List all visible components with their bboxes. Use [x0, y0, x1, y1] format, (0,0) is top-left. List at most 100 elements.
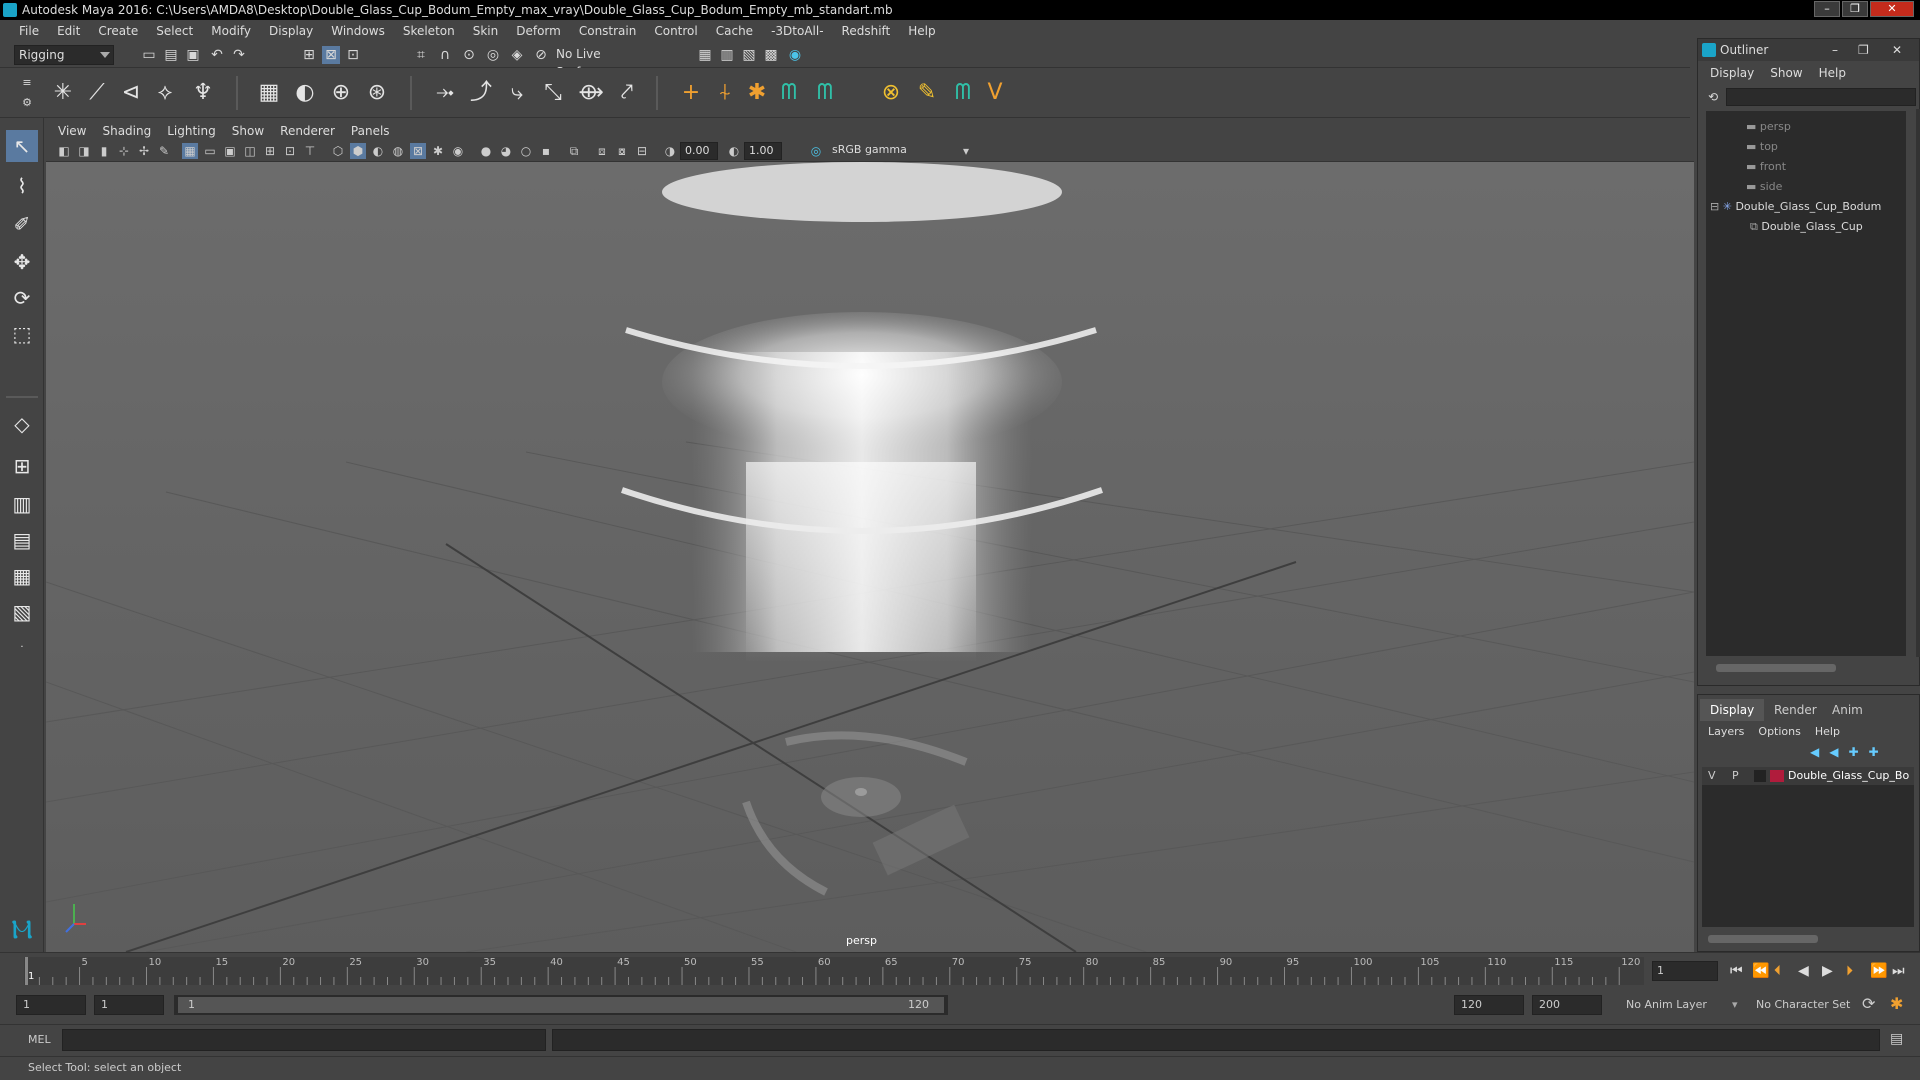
- gamma-icon[interactable]: ◐: [726, 143, 742, 159]
- mel-command-input[interactable]: [62, 1029, 546, 1051]
- outliner-item[interactable]: ⊟ ✳ Double_Glass_Cup_Bodum: [1710, 197, 1881, 217]
- all-lights-icon[interactable]: ⊠: [410, 143, 426, 159]
- menu-help[interactable]: Help: [899, 24, 944, 38]
- undo-icon[interactable]: ↶: [208, 46, 226, 64]
- render-settings-icon[interactable]: ▧: [740, 46, 758, 64]
- maximize-icon[interactable]: ❐: [1858, 39, 1869, 61]
- wrap-deformer-icon[interactable]: ⊕: [326, 78, 356, 108]
- xray-icon[interactable]: ⧉: [566, 143, 582, 159]
- move-down-icon[interactable]: ◀: [1829, 745, 1838, 759]
- redo-icon[interactable]: ↷: [230, 46, 248, 64]
- rotate-tool-icon[interactable]: ⟳: [6, 282, 38, 314]
- multisample-icon[interactable]: ◕: [498, 143, 514, 159]
- mirror-joint-icon[interactable]: ♆: [188, 78, 218, 108]
- scale-tool-icon[interactable]: ⬚: [6, 318, 38, 350]
- viewport-menu-show[interactable]: Show: [224, 124, 272, 138]
- animation-end-field[interactable]: 200: [1532, 995, 1602, 1015]
- viewport-menu-shading[interactable]: Shading: [94, 124, 159, 138]
- outliner-menu-help[interactable]: Help: [1819, 63, 1846, 83]
- select-object-icon[interactable]: ⊠: [322, 46, 340, 64]
- menu-redshift[interactable]: Redshift: [833, 24, 900, 38]
- menu-3dtoall[interactable]: -3DtoAll-: [762, 24, 832, 38]
- layer-menu-options[interactable]: Options: [1758, 725, 1800, 738]
- open-scene-icon[interactable]: ▤: [162, 46, 180, 64]
- lattice-icon[interactable]: ▦: [254, 78, 284, 108]
- scale-constraint-icon[interactable]: ⤡: [538, 78, 568, 108]
- step-forward-icon[interactable]: ⏩: [1870, 963, 1887, 979]
- play-backward-icon[interactable]: ◀: [1798, 963, 1809, 979]
- bookmark-icon[interactable]: ▮: [96, 143, 112, 159]
- bind-skin-icon[interactable]: ⍭: [710, 78, 740, 108]
- tab-display[interactable]: Display: [1700, 699, 1765, 721]
- range-slider-handle[interactable]: 1 120: [178, 997, 944, 1013]
- persp-graph-layout-icon[interactable]: ▤: [6, 524, 38, 556]
- maximize-button[interactable]: ❐: [1842, 1, 1868, 17]
- hypershade-layout-icon[interactable]: ▦: [6, 560, 38, 592]
- uv-layout-icon[interactable]: ▧: [6, 596, 38, 628]
- script-editor-icon[interactable]: ▤: [1890, 1031, 1903, 1047]
- ik-handle-icon[interactable]: ⟋: [82, 78, 112, 108]
- menu-select[interactable]: Select: [147, 24, 202, 38]
- joint-tool-icon[interactable]: ✳: [48, 78, 78, 108]
- gamma-field[interactable]: 1.00: [744, 142, 782, 160]
- pole-vector-icon[interactable]: ⤤: [612, 78, 642, 108]
- custom-layout-icon[interactable]: ·: [6, 632, 38, 664]
- aim-constraint-icon[interactable]: ⤴: [466, 78, 496, 108]
- menu-create[interactable]: Create: [89, 24, 147, 38]
- character-set-dropdown[interactable]: No Character Set: [1750, 995, 1860, 1015]
- live-icon[interactable]: ⊘: [532, 46, 550, 64]
- new-scene-icon[interactable]: ▭: [140, 46, 158, 64]
- m-icon[interactable]: ᗰ: [948, 78, 978, 108]
- playback-end-field[interactable]: 120: [1454, 995, 1524, 1015]
- layer-menu-help[interactable]: Help: [1815, 725, 1840, 738]
- four-view-layout-icon[interactable]: ⊞: [6, 450, 38, 482]
- parent-constraint-icon[interactable]: ⟴: [576, 78, 606, 108]
- grid-toggle-icon[interactable]: ▦: [182, 143, 198, 159]
- ipr-render-icon[interactable]: ▥: [718, 46, 736, 64]
- ambient-occlusion-icon[interactable]: ◉: [450, 143, 466, 159]
- new-layer-icon[interactable]: ✚: [1848, 745, 1858, 759]
- step-back-key-icon[interactable]: ⏴: [1774, 963, 1781, 979]
- viewport-menu-renderer[interactable]: Renderer: [272, 124, 343, 138]
- anim-layer-dropdown[interactable]: No Anim Layer ▾: [1620, 995, 1738, 1015]
- orient-constraint-icon[interactable]: ⤷: [502, 78, 532, 108]
- redshift-mesh-icon[interactable]: ᗰ: [810, 78, 840, 108]
- snap-curve-icon[interactable]: ∩: [436, 46, 454, 64]
- minimize-button[interactable]: –: [1814, 1, 1840, 17]
- outliner-item[interactable]: ▬ persp: [1746, 117, 1791, 137]
- menu-control[interactable]: Control: [645, 24, 706, 38]
- hypershade-icon[interactable]: ▩: [762, 46, 780, 64]
- minimize-icon[interactable]: –: [1832, 39, 1838, 61]
- layer-row[interactable]: V P Double_Glass_Cup_Bo: [1702, 767, 1914, 785]
- v-icon[interactable]: V: [980, 78, 1010, 108]
- exposure-field[interactable]: 0.00: [680, 142, 718, 160]
- tab-render[interactable]: Render: [1764, 699, 1827, 721]
- outliner-item[interactable]: ▬ front: [1746, 157, 1786, 177]
- color-management-icon[interactable]: ◎: [808, 143, 824, 159]
- locator-icon[interactable]: +: [676, 78, 706, 108]
- snap-point-icon[interactable]: ⊙: [460, 46, 478, 64]
- shadows-icon[interactable]: ✱: [430, 143, 446, 159]
- time-slider[interactable]: 1 5 10 15 20 25 30 35 40 45 50 55 60 65 70 75 80 85 90 95 1…: [0, 952, 1920, 986]
- isolate-icon[interactable]: ▪: [538, 143, 554, 159]
- playback-start-field[interactable]: 1: [94, 995, 164, 1015]
- perspective-viewport[interactable]: persp: [46, 162, 1694, 952]
- collapse-icon[interactable]: ⊟: [1710, 200, 1723, 213]
- mel-label[interactable]: MEL: [28, 1033, 51, 1046]
- outliner-item[interactable]: ▬ top: [1746, 137, 1778, 157]
- shelf-menu-icon[interactable]: ≡: [18, 74, 36, 92]
- wireframe-icon[interactable]: ⬡: [330, 143, 346, 159]
- viewport-menu-panels[interactable]: Panels: [343, 124, 398, 138]
- cluster-icon[interactable]: ◐: [290, 78, 320, 108]
- select-component-icon[interactable]: ⊡: [344, 46, 362, 64]
- menu-skeleton[interactable]: Skeleton: [394, 24, 464, 38]
- outliner-menu-display[interactable]: Display: [1710, 63, 1754, 83]
- depth-of-field-icon[interactable]: ○: [518, 143, 534, 159]
- new-layer-selected-icon[interactable]: ✚: [1869, 745, 1879, 759]
- outliner-menu-show[interactable]: Show: [1770, 63, 1802, 83]
- go-to-end-icon[interactable]: ⏭: [1892, 963, 1905, 979]
- tab-anim[interactable]: Anim: [1822, 699, 1873, 721]
- go-to-start-icon[interactable]: ⏮: [1730, 963, 1743, 979]
- wire-deformer-icon[interactable]: ⊛: [362, 78, 392, 108]
- menu-windows[interactable]: Windows: [322, 24, 394, 38]
